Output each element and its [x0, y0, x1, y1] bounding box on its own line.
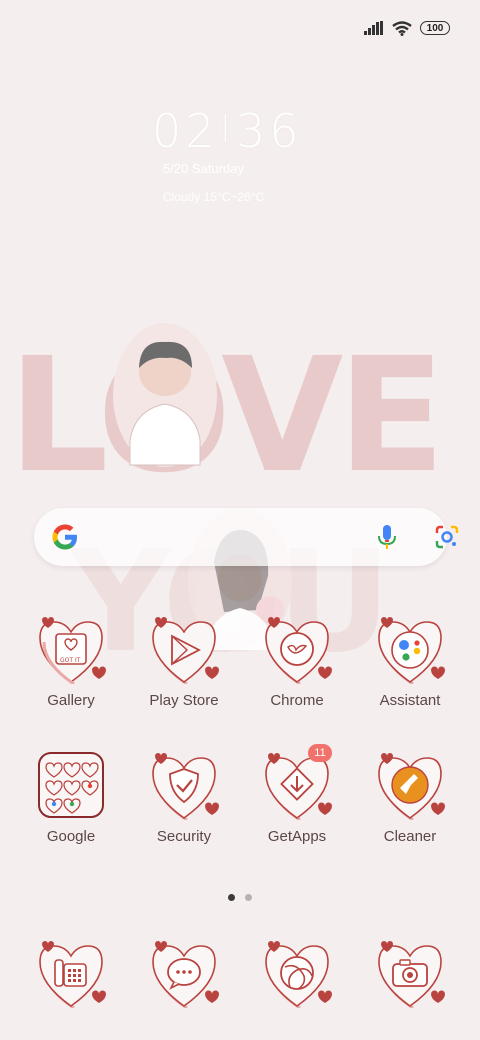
browser-icon	[265, 941, 332, 1010]
mic-icon[interactable]	[376, 524, 398, 552]
app-label: Play Store	[149, 692, 219, 709]
clock-separator: |	[220, 109, 234, 142]
google-lens-icon[interactable]	[434, 524, 460, 550]
app-google-folder[interactable]: Google	[21, 752, 121, 845]
assistant-icon	[378, 617, 445, 686]
dock-phone[interactable]	[21, 940, 121, 1010]
clock-minute: 36	[235, 104, 303, 158]
clock-widget[interactable]: 02|36	[152, 104, 303, 158]
app-chrome[interactable]: Chrome	[247, 616, 347, 709]
chrome-icon	[265, 617, 332, 686]
app-cleaner[interactable]: Cleaner	[360, 752, 460, 845]
page-dot-1[interactable]	[228, 894, 235, 901]
page-dot-2[interactable]	[245, 894, 252, 901]
camera-icon	[378, 941, 445, 1010]
clock-hour: 02	[152, 104, 219, 158]
phone-icon	[39, 941, 106, 1010]
dock-messages[interactable]	[134, 940, 234, 1010]
app-assistant[interactable]: Assistant	[360, 616, 460, 709]
dock-browser[interactable]	[247, 940, 347, 1010]
google-g-icon	[52, 524, 77, 550]
app-label: Assistant	[379, 692, 441, 709]
app-label: Google	[46, 828, 96, 845]
wifi-icon	[392, 20, 412, 36]
cleaner-icon	[378, 753, 445, 822]
gallery-icon: GOT IT	[39, 617, 106, 686]
app-label: Security	[156, 828, 212, 845]
folder-icon	[38, 752, 104, 818]
page-indicator[interactable]	[228, 894, 252, 901]
battery-indicator: 100	[420, 21, 450, 35]
svg-text:GOT IT: GOT IT	[60, 657, 81, 664]
status-bar: 100	[364, 18, 450, 38]
security-icon	[152, 753, 219, 822]
play-store-icon	[152, 617, 219, 686]
notification-badge: 11	[308, 744, 332, 762]
getapps-icon	[265, 753, 332, 822]
app-label: GetApps	[267, 828, 327, 845]
dock-camera[interactable]	[360, 940, 460, 1010]
app-label: Cleaner	[383, 828, 437, 845]
weather-label[interactable]: Cloudy 15°C~26°C	[163, 190, 264, 204]
battery-level: 100	[426, 22, 444, 34]
signal-icon	[364, 21, 383, 35]
app-label: Chrome	[270, 692, 324, 709]
date-label: 5/20 Saturday	[163, 161, 244, 176]
app-getapps[interactable]: 11 GetApps	[247, 744, 347, 845]
wallpaper-text-love: LOVE	[8, 324, 439, 508]
messages-icon	[152, 941, 219, 1010]
app-security[interactable]: Security	[134, 752, 234, 845]
boy-illustration	[113, 323, 217, 467]
google-search-bar[interactable]	[34, 508, 459, 566]
app-label: Gallery	[47, 692, 95, 709]
app-gallery[interactable]: GOT IT Gallery	[21, 616, 121, 709]
app-play-store[interactable]: Play Store	[134, 616, 234, 709]
